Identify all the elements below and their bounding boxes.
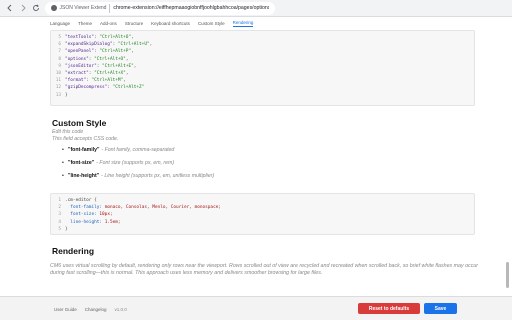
custom-style-note-edit: Edit this code [52, 129, 84, 135]
code-line: 6 "expandSkipDialog": "Ctrl+Alt+U", [58, 42, 153, 48]
code-line: 1 .cm-editor { [58, 198, 97, 203]
changelog-link[interactable]: Changelog [85, 307, 107, 312]
tab-rendering[interactable]: Rendering [232, 20, 254, 27]
page-scrollbar[interactable] [505, 30, 510, 296]
list-item: • "font-family" - Font family, comma-separ… [62, 147, 175, 153]
url-text[interactable]: chrome-extension://eiffhepmaaogiobnffjoo… [113, 5, 269, 11]
save-button[interactable]: Save [424, 303, 457, 314]
style-properties-list: • "font-family" - Font family, comma-separ… [62, 147, 214, 186]
code-line: 4 line-height: 1.5em; [58, 219, 121, 225]
tab-theme[interactable]: Theme [78, 21, 92, 26]
code-line: 5 "textTools": "Ctrl+Alt+O", [58, 35, 134, 40]
browser-toolbar: JSON Viewer Extend chrome-extension://ei… [0, 0, 512, 17]
footer-links: User Guide Changelog v1.0.0 [54, 307, 127, 312]
options-content: 5 "textTools": "Ctrl+Alt+O", 6 "expandSkip… [50, 30, 486, 296]
tab-structure[interactable]: Structure [125, 21, 143, 26]
reload-icon[interactable] [32, 4, 40, 12]
shortcuts-code-editor[interactable]: 5 "textTools": "Ctrl+Alt+O", 6 "expandSkip… [50, 30, 475, 106]
version-label: v1.0.0 [114, 307, 127, 312]
tab-add-ons[interactable]: Add-ons [100, 21, 117, 26]
code-line: 7 "openPanel": "Ctrl+Alt+P", [58, 49, 134, 55]
extension-icon [51, 5, 57, 11]
code-line: 13} [55, 92, 68, 98]
tab-language[interactable]: Language [50, 21, 70, 26]
extension-chip-label: JSON Viewer Extend [59, 5, 107, 11]
custom-style-title: Custom Style [52, 118, 107, 128]
list-item: • "line-height" - Line height (supports px… [62, 173, 215, 179]
scrollbar-thumb[interactable] [506, 262, 509, 288]
address-bar[interactable]: JSON Viewer Extend chrome-extension://ei… [45, 1, 275, 15]
code-line: 8 "options": "Ctrl+Alt+O", [58, 56, 129, 62]
user-guide-link[interactable]: User Guide [54, 307, 77, 312]
list-item: • "font-size" - Font size (supports px, em… [62, 160, 175, 166]
options-tabs: Language Theme Add-ons Structure Keyboar… [50, 18, 254, 29]
code-line: 11 "format": "Ctrl+Alt+M", [55, 78, 126, 84]
back-icon[interactable] [6, 4, 14, 12]
forward-icon[interactable] [19, 4, 27, 12]
code-line: 9 "jsonEditor": "Ctrl+Alt+E", [58, 63, 137, 69]
tab-custom-style[interactable]: Custom Style [198, 21, 225, 26]
code-line: 5} [58, 226, 68, 232]
address-divider [109, 3, 111, 13]
options-footer: User Guide Changelog v1.0.0 Reset to def… [0, 296, 512, 320]
rendering-description: CM6 uses virtual scrolling by default, r… [50, 263, 479, 276]
reset-defaults-button[interactable]: Reset to defaults [358, 303, 420, 314]
code-line: 3 font-size: 10px; [58, 212, 113, 218]
code-line: 2 font-family: monaco, Consolas, Menlo, … [58, 205, 221, 211]
tab-keyboard-shortcuts[interactable]: Keyboard shortcuts [151, 21, 190, 26]
custom-css-code-editor[interactable]: 1 .cm-editor { 2 font-family: monaco, Con… [50, 193, 475, 235]
rendering-title: Rendering [52, 246, 95, 256]
code-line: 12 "gzipDecompress": "Ctrl+Alt+Z" [55, 85, 145, 91]
custom-style-note-css: This field accepts CSS code. [52, 136, 119, 142]
code-line: 10 "extract": "Ctrl+Alt+X", [55, 71, 129, 77]
